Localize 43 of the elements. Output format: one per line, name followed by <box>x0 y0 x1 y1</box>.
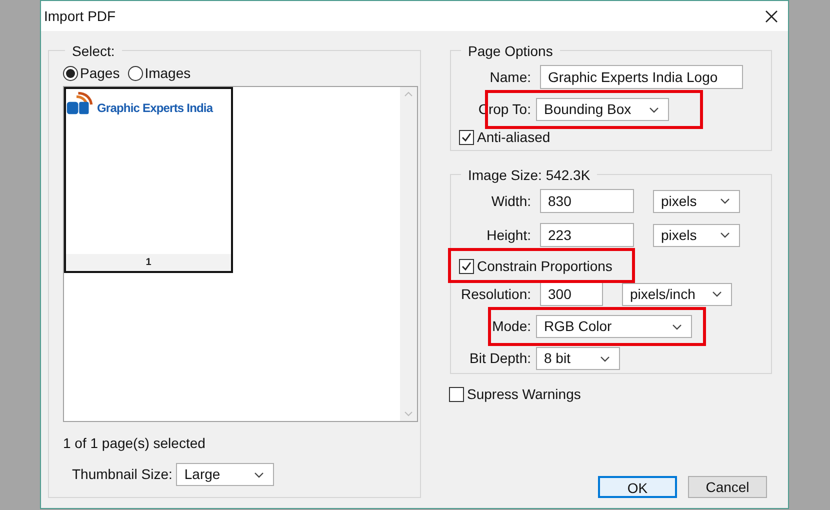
page-thumbnail[interactable]: Graphic Experts India 1 <box>64 87 233 273</box>
radio-button[interactable] <box>128 66 143 80</box>
dialog-button[interactable]: OK <box>598 476 677 498</box>
input-field[interactable]: 300 <box>540 282 603 306</box>
field-label: Mode: <box>491 317 531 336</box>
dropdown[interactable]: Large <box>176 463 274 486</box>
chevron-down-icon <box>712 291 722 297</box>
chevron-down-icon <box>649 106 659 112</box>
dropdown[interactable]: pixels/inch <box>622 282 732 306</box>
field-label: Resolution: <box>460 284 531 304</box>
chevron-down-icon <box>254 472 264 478</box>
field-label: Width: <box>490 192 531 210</box>
radio-button[interactable] <box>63 66 78 80</box>
input-field[interactable]: 830 <box>540 189 634 213</box>
dialog-button[interactable]: Cancel <box>688 476 767 498</box>
selection-status: 1 of 1 page(s) selected <box>63 434 206 453</box>
checkbox-label: Supress Warnings <box>467 385 581 404</box>
field-label: Height: <box>486 226 531 245</box>
dropdown[interactable]: 8 bit <box>536 347 620 370</box>
checkbox[interactable] <box>449 387 464 402</box>
radio-label: Pages <box>80 64 120 83</box>
field-label: Bit Depth: <box>468 349 531 368</box>
checkbox-label: Constrain Proportions <box>477 256 612 276</box>
page-number: 1 <box>146 256 152 270</box>
field-label: Thumbnail Size: <box>72 465 172 484</box>
checkbox[interactable] <box>459 258 474 274</box>
chevron-down-icon <box>672 324 682 330</box>
dropdown[interactable]: RGB Color <box>536 315 692 338</box>
chevron-down-icon <box>720 232 730 238</box>
chevron-down-icon <box>720 198 730 204</box>
checkbox-label: Anti-aliased <box>477 128 550 147</box>
close-icon[interactable] <box>765 10 778 22</box>
dropdown[interactable]: pixels <box>653 190 740 212</box>
radio-label: Images <box>144 64 191 83</box>
field-label: Name: <box>488 68 531 86</box>
chevron-down-icon <box>600 356 610 362</box>
input-field[interactable]: Graphic Experts India Logo <box>540 65 743 89</box>
dropdown[interactable]: pixels <box>653 224 740 246</box>
logo-text: Graphic Experts India <box>97 100 213 117</box>
checkbox[interactable] <box>459 130 474 145</box>
input-field[interactable]: 223 <box>540 223 634 247</box>
dropdown[interactable]: Bounding Box <box>536 98 669 121</box>
window-title: Import PDF <box>44 6 116 26</box>
